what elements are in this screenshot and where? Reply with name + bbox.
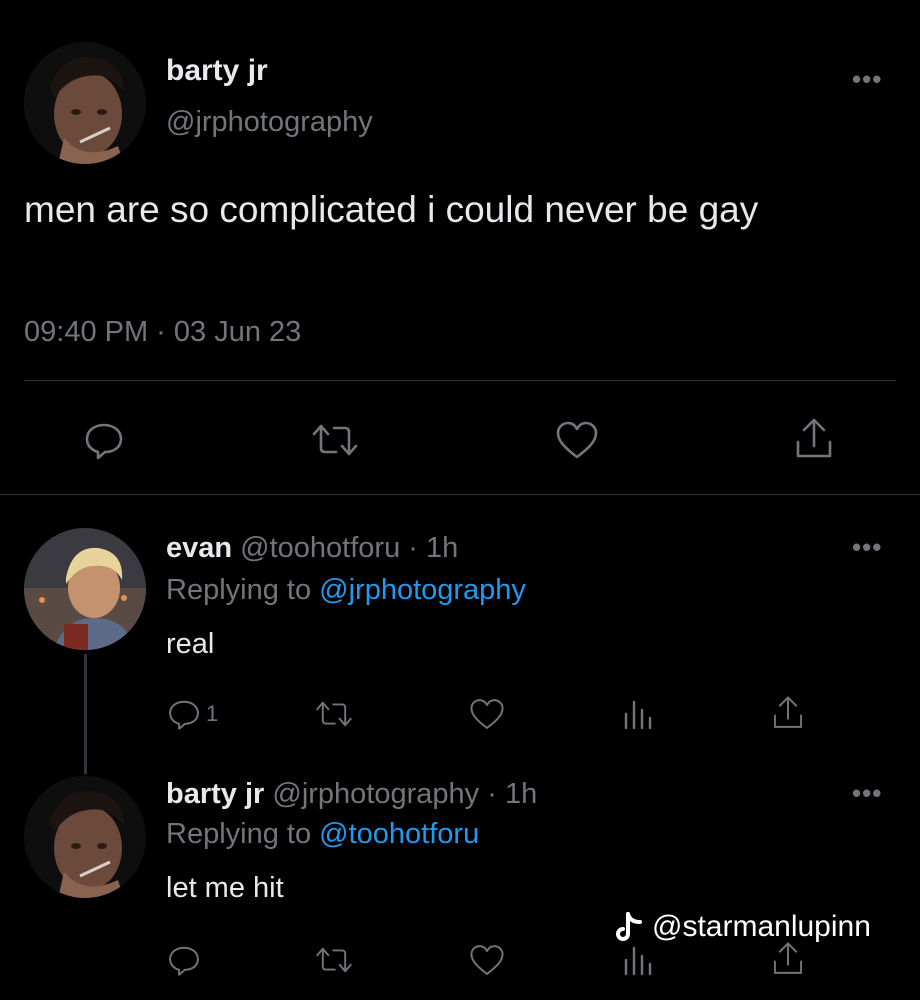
retweet-button[interactable]: [310, 418, 360, 462]
share-icon: [796, 418, 832, 458]
retweet-icon: [316, 701, 352, 727]
reply-button[interactable]: [82, 418, 126, 462]
reply-header: barty jr @jrphotography · 1h: [166, 778, 537, 811]
like-icon: [470, 699, 504, 729]
watermark-text: @starmanlupinn: [652, 910, 871, 943]
watermark: @starmanlupinn: [616, 910, 871, 944]
reply-time[interactable]: · 1h: [487, 778, 537, 810]
tweet-timestamp[interactable]: 09:40 PM · 03 Jun 23: [24, 316, 301, 349]
views-button[interactable]: [620, 696, 656, 732]
replying-to-link[interactable]: @toohotforu: [319, 818, 479, 850]
author-name[interactable]: barty jr: [166, 778, 264, 810]
reply-header: evan @toohotforu · 1h: [166, 532, 458, 565]
thread-line: [84, 654, 87, 774]
divider: [0, 494, 920, 495]
more-dots-icon: •••: [852, 778, 883, 808]
replying-to-label: Replying to: [166, 818, 312, 850]
share-button[interactable]: [792, 416, 836, 462]
more-options-button[interactable]: •••: [852, 66, 882, 92]
views-chart-icon: [624, 946, 652, 976]
avatar[interactable]: [24, 42, 146, 164]
share-icon: [773, 696, 803, 728]
reply-button[interactable]: 1: [166, 696, 218, 732]
tiktok-logo-icon: [616, 912, 642, 941]
share-button[interactable]: [770, 940, 806, 978]
share-button[interactable]: [770, 694, 806, 732]
reply-count: 1: [206, 701, 219, 726]
share-icon: [773, 942, 803, 974]
views-button[interactable]: [620, 942, 656, 978]
reply-icon: [85, 423, 123, 460]
divider: [24, 380, 896, 381]
reply-time[interactable]: · 1h: [408, 532, 458, 564]
tweet-text: men are so complicated i could never be …: [24, 189, 759, 230]
reply-text: real: [166, 628, 215, 660]
retweet-button[interactable]: [314, 942, 354, 978]
author-handle[interactable]: @jrphotography: [166, 106, 373, 139]
reply-text: let me hit: [166, 872, 284, 904]
avatar[interactable]: [24, 776, 146, 898]
more-options-button[interactable]: •••: [852, 780, 882, 806]
author-name[interactable]: barty jr: [166, 54, 268, 88]
replying-to-link[interactable]: @jrphotography: [319, 574, 526, 606]
more-dots-icon: •••: [852, 532, 883, 562]
replying-to-line: Replying to @jrphotography: [166, 574, 526, 607]
like-button[interactable]: [554, 418, 600, 462]
avatar[interactable]: [24, 528, 146, 650]
replying-to-line: Replying to @toohotforu: [166, 818, 479, 851]
retweet-icon: [312, 424, 358, 456]
like-button[interactable]: [468, 942, 506, 978]
reply-button[interactable]: [166, 942, 202, 978]
author-name[interactable]: evan: [166, 532, 232, 564]
retweet-button[interactable]: [314, 696, 354, 732]
like-icon: [470, 945, 504, 975]
retweet-icon: [316, 947, 352, 973]
replying-to-label: Replying to: [166, 574, 312, 606]
reply-icon: [169, 700, 199, 730]
author-handle[interactable]: @jrphotography: [272, 778, 479, 810]
like-icon: [556, 421, 598, 459]
views-chart-icon: [624, 700, 652, 730]
more-options-button[interactable]: •••: [852, 534, 882, 560]
more-dots-icon: •••: [852, 64, 883, 94]
author-handle[interactable]: @toohotforu: [240, 532, 400, 564]
like-button[interactable]: [468, 696, 506, 732]
reply-icon: [169, 946, 199, 976]
